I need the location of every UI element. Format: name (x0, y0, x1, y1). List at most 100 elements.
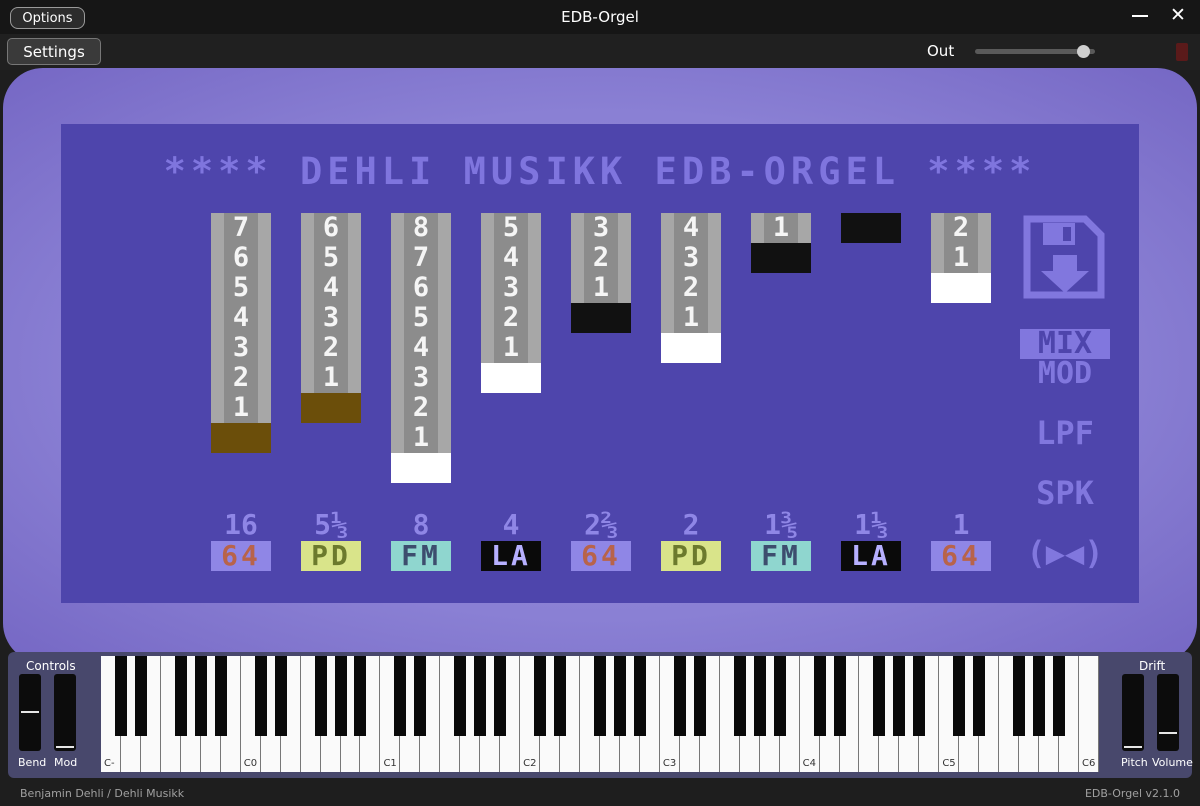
settings-button[interactable]: Settings (7, 38, 101, 65)
waveform-selector[interactable]: FM (751, 541, 811, 571)
mod-wheel[interactable] (54, 674, 76, 751)
drawbar-handle[interactable] (391, 453, 451, 483)
black-key[interactable] (693, 656, 706, 736)
drawbar-step: 3 (232, 332, 250, 363)
out-volume-thumb[interactable] (1077, 45, 1090, 58)
black-key[interactable] (554, 656, 567, 736)
drawbar-handle[interactable] (751, 243, 811, 273)
waveform-selector[interactable]: 64 (931, 541, 991, 571)
speaker-toggle[interactable]: (▶◀) (1020, 534, 1110, 572)
black-key[interactable] (733, 656, 746, 736)
waveform-selector[interactable]: PD (661, 541, 721, 571)
black-key[interactable] (114, 656, 127, 736)
drawbar-step: 2 (412, 392, 430, 423)
drawbar-step: 7 (412, 242, 430, 273)
black-key[interactable] (394, 656, 407, 736)
bend-wheel[interactable] (19, 674, 41, 751)
drawbar-handle[interactable] (301, 393, 361, 423)
drawbar-step: 1 (592, 272, 610, 303)
black-key[interactable] (274, 656, 287, 736)
black-key[interactable] (474, 656, 487, 736)
black-key[interactable] (254, 656, 267, 736)
drift-volume-fader[interactable] (1157, 674, 1179, 751)
waveform-selector[interactable]: PD (301, 541, 361, 571)
black-key[interactable] (454, 656, 467, 736)
footage-label: 5⅓ (314, 508, 348, 541)
waveform-selector[interactable]: LA (481, 541, 541, 571)
black-key[interactable] (973, 656, 986, 736)
drawbar-step: 5 (502, 212, 520, 243)
waveform-selector[interactable]: FM (391, 541, 451, 571)
waveform-selector[interactable]: 64 (571, 541, 631, 571)
waveform-selector[interactable]: 64 (211, 541, 271, 571)
black-key[interactable] (494, 656, 507, 736)
drawbar-step: 7 (232, 212, 250, 243)
black-key[interactable] (194, 656, 207, 736)
piano-keyboard[interactable]: C- C0 C1 C2 C3 C4 C5 C6 (101, 656, 1099, 772)
mix-mod-toggle[interactable]: MIX MOD (1020, 329, 1110, 389)
drawbar-step: 4 (502, 242, 520, 273)
footage-label: 4 (502, 508, 520, 541)
spk-toggle[interactable]: SPK (1020, 474, 1110, 512)
drawbar-step: 5 (412, 302, 430, 333)
octave-label: C6 (1082, 758, 1096, 769)
black-key[interactable] (134, 656, 147, 736)
drawbar-4[interactable]: 54321 (481, 213, 541, 363)
black-key[interactable] (913, 656, 926, 736)
black-key[interactable] (334, 656, 347, 736)
black-key[interactable] (1033, 656, 1046, 736)
drawbar-5[interactable]: 321 (571, 213, 631, 303)
octave-label: C3 (662, 758, 677, 769)
drawbar-handle[interactable] (211, 423, 271, 453)
octave-label: C- (104, 758, 115, 769)
black-key[interactable] (314, 656, 327, 736)
black-key[interactable] (1053, 656, 1066, 736)
mod-label: MOD (1037, 356, 1093, 391)
white-key[interactable]: C6 (1079, 656, 1099, 772)
drawbar-handle[interactable] (571, 303, 631, 333)
drawbar-1[interactable]: 7654321 (211, 213, 271, 423)
black-key[interactable] (594, 656, 606, 736)
floppy-disk-icon[interactable] (1023, 215, 1105, 299)
drawbar-handle[interactable] (841, 213, 901, 243)
black-key[interactable] (214, 656, 227, 736)
footage-label: 1⅓ (854, 508, 888, 541)
octave-label: C1 (383, 758, 397, 769)
drawbar-handle[interactable] (661, 333, 721, 363)
black-key[interactable] (953, 656, 966, 736)
drawbar-3[interactable]: 87654321 (391, 213, 451, 453)
black-key[interactable] (354, 656, 367, 736)
black-key[interactable] (813, 656, 826, 736)
black-key[interactable] (873, 656, 886, 736)
lpf-toggle[interactable]: LPF (1020, 414, 1110, 452)
drawbar-7[interactable]: 1 (751, 213, 811, 243)
drift-pitch-fader[interactable] (1122, 674, 1144, 751)
black-key[interactable] (534, 656, 547, 736)
drawbar-step: 3 (412, 362, 430, 393)
drawbar-step: 5 (322, 242, 340, 273)
drawbar-9[interactable]: 21 (931, 213, 991, 273)
black-key[interactable] (613, 656, 626, 736)
close-icon[interactable]: ✕ (1170, 4, 1186, 26)
drawbar-handle[interactable] (481, 363, 541, 393)
drawbar-2[interactable]: 654321 (301, 213, 361, 393)
black-key[interactable] (633, 656, 646, 736)
black-key[interactable] (833, 656, 846, 736)
black-key[interactable] (1013, 656, 1026, 736)
drawbar-step: 1 (952, 242, 970, 273)
black-key[interactable] (414, 656, 427, 736)
drawbar-6[interactable]: 4321 (661, 213, 721, 333)
black-key[interactable] (673, 656, 686, 736)
out-label: Out (927, 42, 955, 60)
black-key[interactable] (773, 656, 786, 736)
banner-title: **** DEHLI MUSIKK EDB-ORGEL **** (163, 150, 1037, 193)
controls-title: Controls (26, 659, 76, 673)
waveform-selector[interactable]: LA (841, 541, 901, 571)
black-key[interactable] (893, 656, 906, 736)
drawbar-step: 2 (952, 212, 970, 243)
black-key[interactable] (753, 656, 766, 736)
black-key[interactable] (174, 656, 187, 736)
minimize-icon[interactable] (1132, 15, 1148, 17)
out-volume-slider[interactable] (975, 45, 1095, 58)
drawbar-handle[interactable] (931, 273, 991, 303)
